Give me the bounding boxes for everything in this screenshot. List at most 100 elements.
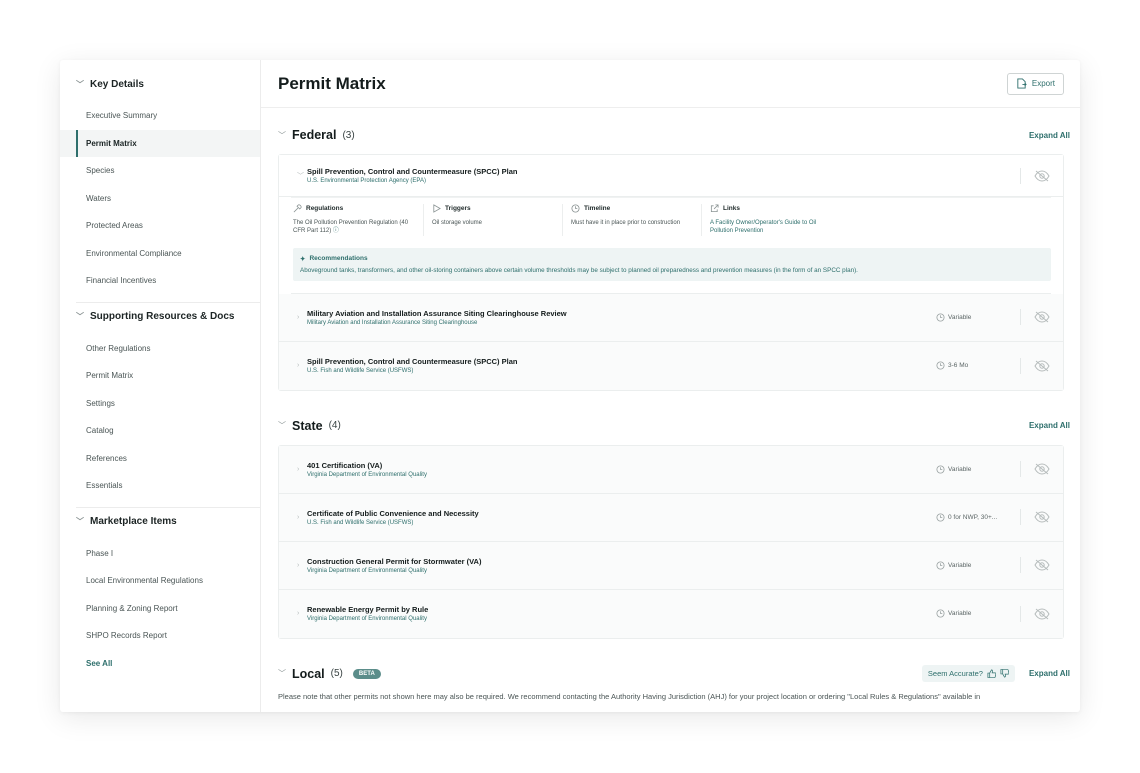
- sidebar-section-marketplace[interactable]: ﹀ Marketplace Items: [60, 510, 260, 534]
- link-icon: [710, 204, 719, 213]
- guide-link[interactable]: A Facility Owner/Operator's Guide to Oil…: [710, 219, 835, 236]
- sidebar-section-title: Supporting Resources & Docs: [90, 311, 235, 322]
- divider: [1020, 357, 1021, 374]
- page-header: Permit Matrix Export: [261, 60, 1080, 108]
- wrench-icon: [293, 204, 302, 213]
- divider: [1020, 557, 1021, 574]
- eye-off-icon[interactable]: [1033, 558, 1051, 572]
- chevron-right-icon: ›: [297, 465, 300, 473]
- state-header[interactable]: ﹀ State (4) Expand All: [261, 411, 1080, 441]
- timeline-column: Timeline Must have it in place prior to …: [571, 204, 702, 236]
- sidebar-item-planning-zoning[interactable]: Planning & Zoning Report: [60, 595, 260, 623]
- sidebar-item-other-regulations[interactable]: Other Regulations: [60, 335, 260, 363]
- permit-duration: Variable: [936, 609, 1008, 618]
- chevron-down-icon: ﹀: [278, 421, 286, 431]
- chevron-down-icon: ﹀: [76, 517, 84, 526]
- sidebar-item-essentials[interactable]: Essentials: [60, 472, 260, 500]
- permit-title: Spill Prevention, Control and Countermea…: [307, 167, 518, 176]
- sidebar-item-settings[interactable]: Settings: [60, 390, 260, 418]
- export-button[interactable]: Export: [1006, 72, 1064, 95]
- local-title: Local: [292, 666, 325, 681]
- chevron-right-icon: ›: [297, 561, 300, 569]
- permit-row[interactable]: › Spill Prevention, Control and Counterm…: [279, 341, 1063, 390]
- chevron-down-icon: ﹀: [278, 669, 286, 679]
- permit-agency: U.S. Environmental Protection Agency (EP…: [307, 178, 426, 184]
- sidebar-section-title: Marketplace Items: [90, 516, 177, 527]
- regulations-text: The Oil Pollution Prevention Regulation …: [293, 220, 409, 235]
- sidebar-item-protected-areas[interactable]: Protected Areas: [60, 212, 260, 240]
- eye-off-icon[interactable]: [1033, 359, 1051, 373]
- federal-title: Federal: [292, 128, 337, 142]
- federal-expand-all-button[interactable]: Expand All: [1029, 131, 1070, 140]
- beta-badge: BETA: [352, 668, 381, 679]
- permit-agency: U.S. Fish and Wildlife Service (USFWS): [307, 519, 414, 526]
- permit-row[interactable]: ﹀ Spill Prevention, Control and Counterm…: [279, 155, 1063, 197]
- permit-row[interactable]: › Certificate of Public Convenience and …: [279, 493, 1063, 542]
- local-expand-all-button[interactable]: Expand All: [1029, 669, 1070, 678]
- state-count: (4): [328, 420, 341, 432]
- sidebar-item-environmental-compliance[interactable]: Environmental Compliance: [60, 240, 260, 268]
- sidebar-item-local-env-regulations[interactable]: Local Environmental Regulations: [60, 567, 260, 595]
- permit-title: Spill Prevention, Control and Countermea…: [307, 357, 518, 367]
- sidebar-section-key-details[interactable]: ﹀ Key Details: [60, 72, 260, 96]
- clock-icon: [936, 361, 945, 370]
- sidebar-item-catalog[interactable]: Catalog: [60, 417, 260, 445]
- sidebar-item-permit-matrix[interactable]: Permit Matrix: [60, 129, 260, 157]
- divider: [1020, 167, 1021, 184]
- divider: [1020, 461, 1021, 478]
- play-icon: [432, 204, 441, 213]
- sidebar-section-supporting[interactable]: ﹀ Supporting Resources & Docs: [60, 305, 260, 329]
- sidebar: ﹀ Key Details Executive Summary Permit M…: [60, 60, 261, 712]
- sidebar-item-references[interactable]: References: [60, 445, 260, 473]
- sparkle-icon: ✦: [300, 255, 306, 263]
- recommendations-text: Aboveground tanks, transformers, and oth…: [300, 266, 858, 274]
- sidebar-item-waters[interactable]: Waters: [60, 185, 260, 213]
- eye-off-icon[interactable]: [1033, 310, 1051, 324]
- federal-header[interactable]: ﹀ Federal (3) Expand All: [261, 120, 1080, 150]
- clock-icon: [936, 313, 945, 322]
- sidebar-item-permit-matrix-2[interactable]: Permit Matrix: [60, 362, 260, 390]
- permit-row[interactable]: › Renewable Energy Permit by Rule Virgin…: [279, 589, 1063, 638]
- permit-row[interactable]: › Military Aviation and Installation Ass…: [279, 293, 1063, 342]
- thumbs-down-icon[interactable]: [1000, 669, 1009, 678]
- divider: [1020, 605, 1021, 622]
- chevron-right-icon: ›: [297, 362, 300, 370]
- permit-title: Military Aviation and Installation Assur…: [307, 308, 567, 318]
- state-expand-all-button[interactable]: Expand All: [1029, 421, 1070, 430]
- sidebar-item-shpo-records[interactable]: SHPO Records Report: [60, 622, 260, 650]
- permit-details: Regulations The Oil Pollution Prevention…: [291, 197, 1051, 294]
- feedback-prompt: Seem Accurate?: [921, 665, 1015, 683]
- recommendations-label: Recommendations: [309, 255, 368, 263]
- divider: [1020, 509, 1021, 526]
- links-label: Links: [723, 205, 740, 212]
- chevron-down-icon: ﹀: [76, 79, 84, 89]
- thumbs-up-icon[interactable]: [987, 669, 996, 679]
- timeline-label: Timeline: [584, 205, 611, 212]
- eye-off-icon[interactable]: [1033, 462, 1051, 476]
- sidebar-see-all-link[interactable]: See All: [60, 650, 260, 678]
- page-title: Permit Matrix: [278, 73, 386, 93]
- state-title: State: [292, 418, 323, 433]
- app-card: ﹀ Key Details Executive Summary Permit M…: [60, 60, 1080, 712]
- permit-title: Construction General Permit for Stormwat…: [307, 556, 482, 566]
- sidebar-item-financial-incentives[interactable]: Financial Incentives: [60, 267, 260, 295]
- permit-title: Certificate of Public Convenience and Ne…: [307, 508, 479, 518]
- chevron-right-icon: ›: [297, 313, 300, 321]
- sidebar-item-executive-summary[interactable]: Executive Summary: [60, 102, 260, 130]
- eye-off-icon[interactable]: [1033, 510, 1051, 524]
- permit-row[interactable]: › Construction General Permit for Stormw…: [279, 541, 1063, 590]
- sidebar-item-species[interactable]: Species: [60, 157, 260, 185]
- eye-off-icon[interactable]: [1033, 607, 1051, 621]
- eye-off-icon[interactable]: [1033, 169, 1051, 183]
- state-panel: › 401 Certification (VA) Virginia Depart…: [278, 444, 1064, 639]
- links-column: Links A Facility Owner/Operator's Guide …: [710, 204, 841, 236]
- chevron-right-icon: ›: [297, 610, 300, 618]
- sidebar-item-phase-i[interactable]: Phase I: [60, 540, 260, 568]
- permit-row[interactable]: › 401 Certification (VA) Virginia Depart…: [279, 445, 1063, 494]
- export-icon: [1016, 78, 1027, 89]
- permit-title: Renewable Energy Permit by Rule: [307, 605, 429, 615]
- info-icon[interactable]: ⓘ: [333, 228, 339, 234]
- permit-agency: U.S. Fish and Wildlife Service (USFWS): [307, 368, 414, 375]
- local-header[interactable]: ﹀ Local (5) BETA Seem Accurate? Expand A…: [261, 659, 1080, 689]
- clock-icon: [936, 561, 945, 570]
